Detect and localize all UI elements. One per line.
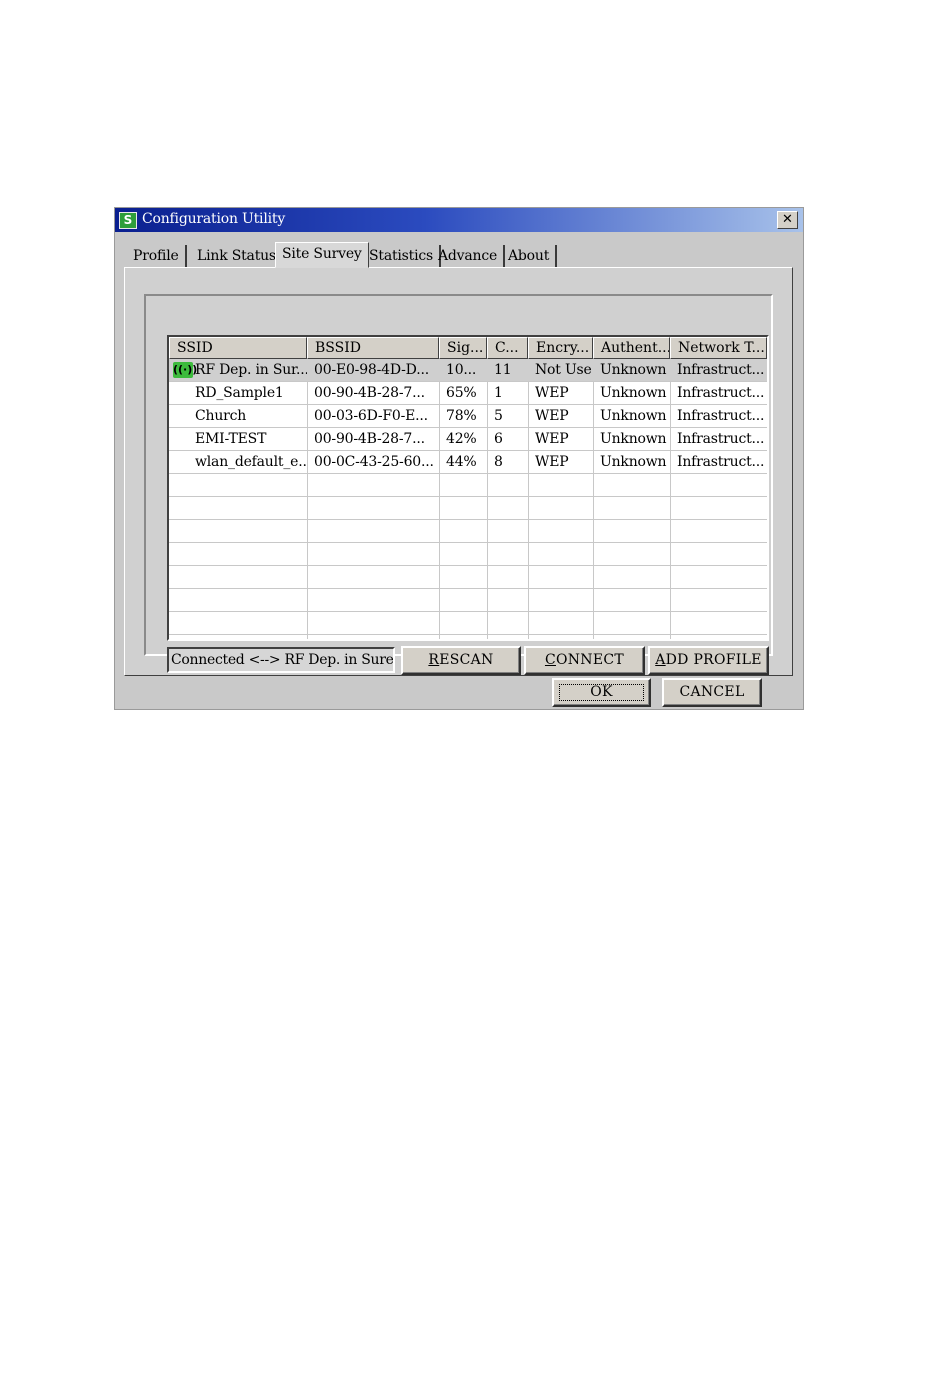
cell-network-type: Infrastruct... bbox=[677, 408, 765, 424]
empty-row bbox=[169, 520, 767, 543]
cell-channel: 11 bbox=[494, 362, 512, 378]
table-row[interactable]: EMI-TEST 00-90-4B-28-7... 42% 6 WEP Unkn… bbox=[169, 428, 767, 451]
table-row[interactable]: wlan_default_e... 00-0C-43-25-60... 44% … bbox=[169, 451, 767, 474]
configuration-utility-window: S Configuration Utility ✕ Profile Link S… bbox=[114, 207, 804, 710]
rescan-mnemonic: R bbox=[428, 652, 440, 668]
empty-row bbox=[169, 474, 767, 497]
cell-authentication: Unknown bbox=[600, 454, 667, 470]
cell-bssid: 00-E0-98-4D-D... bbox=[314, 362, 429, 378]
cell-network-type: Infrastruct... bbox=[677, 431, 765, 447]
cell-signal: 42% bbox=[446, 431, 477, 447]
empty-row bbox=[169, 566, 767, 589]
cell-network-type: Infrastruct... bbox=[677, 385, 765, 401]
cell-signal: 10... bbox=[446, 362, 477, 378]
cell-bssid: 00-0C-43-25-60... bbox=[314, 454, 434, 470]
cell-ssid: wlan_default_e... bbox=[195, 454, 307, 470]
site-survey-panel: SSID BSSID Sig... C... Encry... Authent.… bbox=[124, 267, 793, 676]
cell-network-type: Infrastruct... bbox=[677, 454, 765, 470]
tab-link-status[interactable]: Link Status bbox=[191, 245, 284, 267]
empty-row bbox=[169, 589, 767, 612]
cell-authentication: Unknown bbox=[600, 431, 667, 447]
title-bar[interactable]: S Configuration Utility ✕ bbox=[115, 208, 803, 232]
cell-authentication: Unknown bbox=[600, 362, 667, 378]
add-profile-button[interactable]: ADD PROFILE bbox=[648, 646, 769, 675]
ok-button[interactable]: OK bbox=[552, 678, 651, 707]
cell-encryption: WEP bbox=[535, 408, 569, 424]
tab-site-survey[interactable]: Site Survey bbox=[275, 242, 369, 268]
cell-bssid: 00-90-4B-28-7... bbox=[314, 385, 425, 401]
cell-ssid: RD_Sample1 bbox=[195, 385, 284, 401]
site-survey-group: SSID BSSID Sig... C... Encry... Authent.… bbox=[144, 294, 773, 675]
column-header-signal[interactable]: Sig... bbox=[439, 337, 487, 359]
add-profile-mnemonic: A bbox=[655, 652, 666, 668]
cell-bssid: 00-90-4B-28-7... bbox=[314, 431, 425, 447]
cell-signal: 78% bbox=[446, 408, 477, 424]
cell-encryption: Not Use bbox=[535, 362, 592, 378]
cell-channel: 6 bbox=[494, 431, 503, 447]
tab-advance[interactable]: Advance bbox=[432, 245, 506, 267]
add-profile-label: DD PROFILE bbox=[665, 652, 762, 668]
column-header-network-type[interactable]: Network T... bbox=[670, 337, 767, 359]
cell-ssid: Church bbox=[195, 408, 247, 424]
column-header-channel[interactable]: C... bbox=[487, 337, 528, 359]
cell-network-type: Infrastruct... bbox=[677, 362, 765, 378]
close-icon[interactable]: ✕ bbox=[777, 211, 798, 229]
connect-button[interactable]: CONNECT bbox=[524, 646, 645, 675]
window-title: Configuration Utility bbox=[142, 211, 286, 227]
app-logo-icon: S bbox=[119, 212, 137, 229]
rescan-label: ESCAN bbox=[439, 652, 494, 668]
cell-ssid: RF Dep. in Sur... bbox=[195, 362, 307, 378]
cell-channel: 1 bbox=[494, 385, 503, 401]
column-header-authentication[interactable]: Authent... bbox=[593, 337, 670, 359]
column-header-ssid[interactable]: SSID bbox=[169, 337, 307, 359]
cancel-button[interactable]: CANCEL bbox=[662, 678, 762, 707]
cell-encryption: WEP bbox=[535, 454, 569, 470]
cell-encryption: WEP bbox=[535, 431, 569, 447]
empty-row bbox=[169, 497, 767, 520]
cell-authentication: Unknown bbox=[600, 408, 667, 424]
connect-mnemonic: C bbox=[544, 652, 556, 668]
tab-about[interactable]: About bbox=[502, 245, 558, 267]
cell-signal: 44% bbox=[446, 454, 477, 470]
empty-row bbox=[169, 543, 767, 566]
connect-label: ONNECT bbox=[555, 652, 625, 668]
cell-ssid: EMI-TEST bbox=[195, 431, 267, 447]
table-row[interactable]: ((·)) RF Dep. in Sur... 00-E0-98-4D-D...… bbox=[169, 359, 767, 382]
network-list[interactable]: SSID BSSID Sig... C... Encry... Authent.… bbox=[167, 335, 769, 641]
cell-encryption: WEP bbox=[535, 385, 569, 401]
cell-channel: 8 bbox=[494, 454, 503, 470]
tab-statistics[interactable]: Statistics bbox=[363, 245, 441, 267]
table-row[interactable]: RD_Sample1 00-90-4B-28-7... 65% 1 WEP Un… bbox=[169, 382, 767, 405]
cell-authentication: Unknown bbox=[600, 385, 667, 401]
focus-rectangle bbox=[559, 684, 644, 701]
cell-channel: 5 bbox=[494, 408, 503, 424]
cell-signal: 65% bbox=[446, 385, 477, 401]
tab-profile[interactable]: Profile bbox=[127, 245, 187, 267]
column-header-bssid[interactable]: BSSID bbox=[307, 337, 439, 359]
empty-row bbox=[169, 612, 767, 635]
rescan-button[interactable]: RESCAN bbox=[401, 646, 521, 675]
table-row[interactable]: Church 00-03-6D-F0-E... 78% 5 WEP Unknow… bbox=[169, 405, 767, 428]
column-header-encryption[interactable]: Encry... bbox=[528, 337, 593, 359]
connection-status: Connected <--> RF Dep. in Surecor bbox=[167, 647, 395, 673]
cell-bssid: 00-03-6D-F0-E... bbox=[314, 408, 428, 424]
